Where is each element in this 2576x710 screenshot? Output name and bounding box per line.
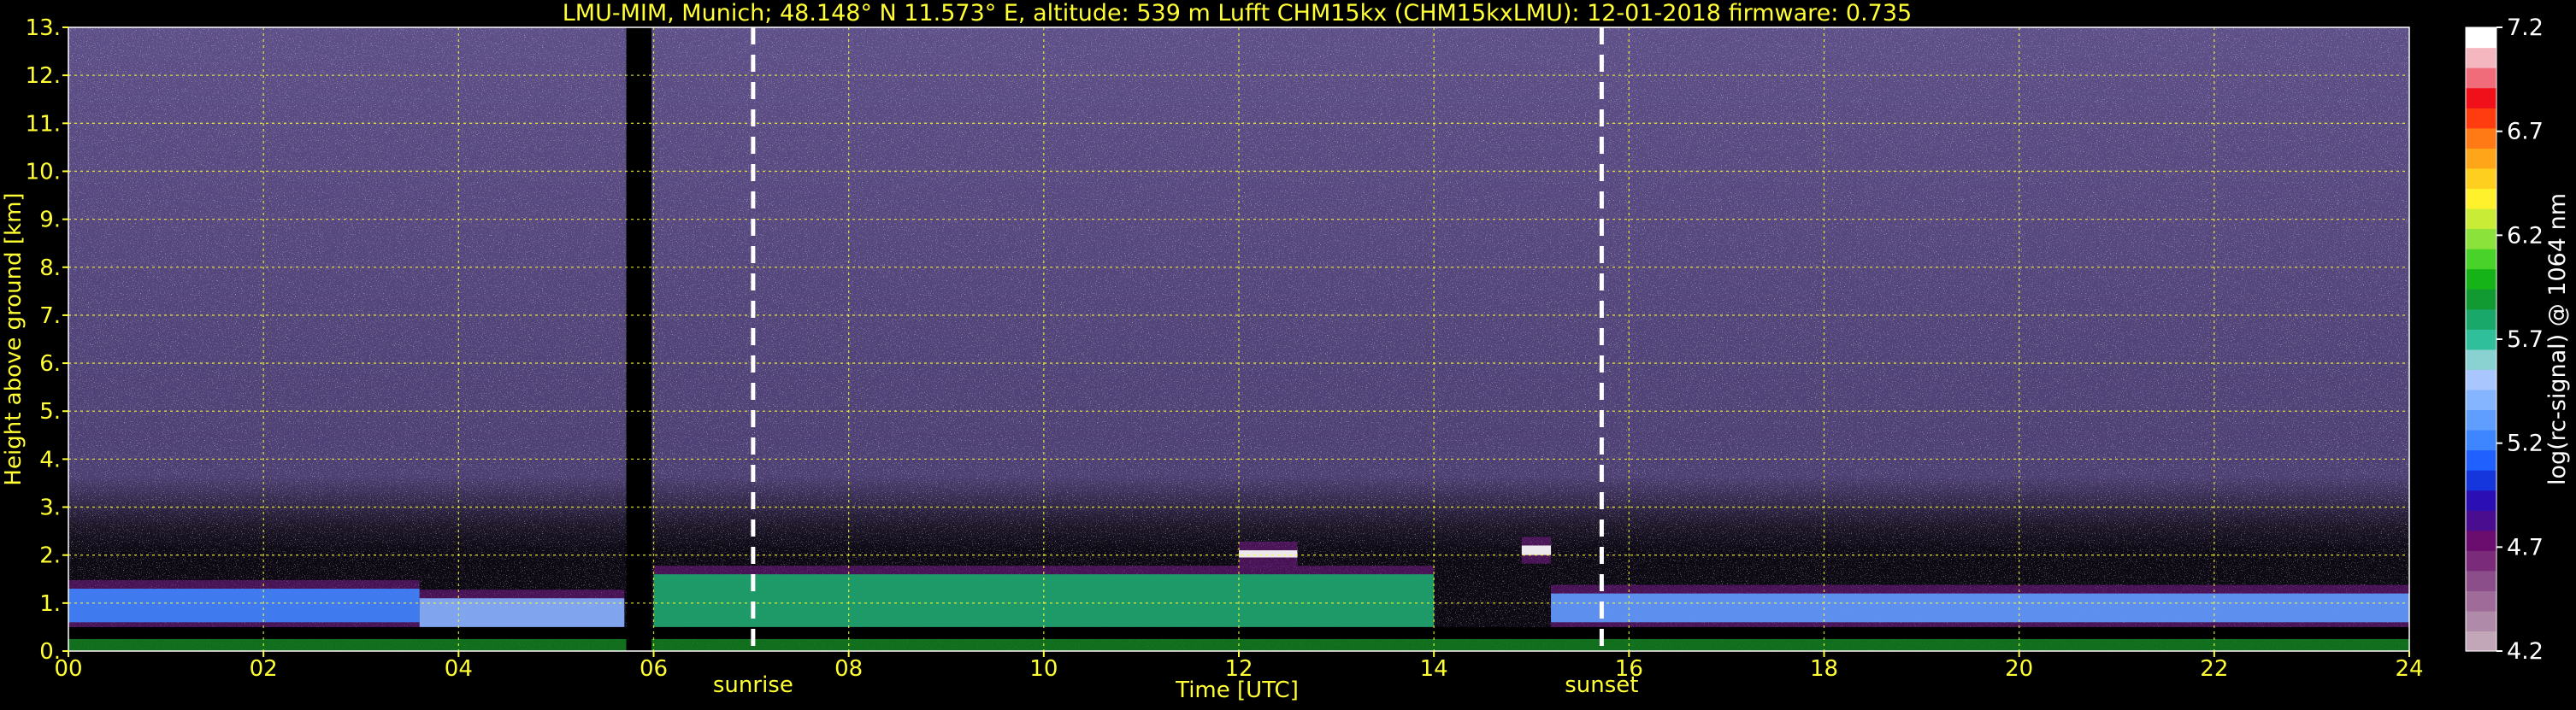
colorbar-segment: [2466, 148, 2496, 169]
colorbar-segment: [2466, 127, 2496, 149]
x-tick-label: 02: [250, 656, 278, 682]
y-tick-label: 3.: [39, 496, 61, 521]
y-tick-label: 0.: [39, 639, 61, 665]
x-tick-label: 04: [445, 656, 473, 682]
colorbar-segment: [2466, 27, 2496, 49]
colorbar-segment: [2466, 449, 2496, 471]
y-tick-label: 13.: [26, 15, 61, 41]
colorbar-segment: [2466, 610, 2496, 632]
y-axis-label: Height above ground [km]: [1, 192, 27, 485]
colorbar-segment: [2466, 47, 2496, 68]
colorbar-segment: [2466, 228, 2496, 249]
x-axis-label: Time [UTC]: [1175, 678, 1299, 703]
colorbar-segment: [2466, 208, 2496, 230]
colorbar-segment: [2466, 490, 2496, 511]
colorbar-segment: [2466, 550, 2496, 572]
ceilometer-plot: sunrise sunset 00 02 04 06 08 10 12 14 16 18 20 22 24…: [0, 0, 2576, 706]
colorbar-tick-label: 6.2: [2507, 222, 2544, 249]
y-tick-label: 7.: [39, 303, 61, 329]
colorbar-segment: [2466, 631, 2496, 652]
x-tick-label: 16: [1615, 656, 1643, 682]
x-tick-label: 24: [2395, 656, 2423, 682]
colorbar: 4.2 4.7 5.2 5.7 6.2 6.7 7.2: [2465, 15, 2544, 665]
colorbar-segment: [2466, 349, 2496, 370]
signal-layer: [653, 574, 1435, 627]
y-tick-label: 4.: [39, 447, 61, 472]
colorbar-segment: [2466, 268, 2496, 290]
colorbar-segment: [2466, 590, 2496, 612]
x-tick-label: 10: [1029, 656, 1058, 682]
colorbar-tick-label: 6.7: [2507, 119, 2544, 145]
colorbar-segment: [2466, 67, 2496, 89]
colorbar-segment: [2466, 87, 2496, 109]
signal-layer: [1521, 545, 1552, 555]
colorbar-segment: [2466, 530, 2496, 551]
colorbar-segment: [2466, 429, 2496, 451]
signal-layer: [1239, 550, 1298, 558]
signal-layer: [419, 598, 625, 627]
y-tick-label: 12.: [26, 63, 61, 89]
colorbar-segment: [2466, 329, 2496, 350]
data-gap: [626, 27, 652, 651]
colorbar-segment: [2466, 289, 2496, 310]
colorbar-tick-label: 5.7: [2507, 326, 2544, 353]
y-tick-label: 8.: [39, 255, 61, 281]
x-tick-label: 08: [834, 656, 863, 682]
ceilometer-chart: sunrise sunset 00 02 04 06 08 10 12 14 16 18 20 22 24…: [1, 0, 2571, 703]
signal-layer: [1551, 593, 2409, 623]
colorbar-segment: [2466, 108, 2496, 129]
chart-title: LMU-MIM, Munich; 48.148° N 11.573° E, al…: [563, 0, 1912, 26]
colorbar-tick-label: 7.2: [2507, 15, 2544, 41]
colorbar-segment: [2466, 389, 2496, 411]
colorbar-tick-label: 5.2: [2507, 431, 2544, 457]
y-tick-label: 9.: [39, 208, 61, 233]
x-tick-label: 06: [640, 656, 668, 682]
x-tick-label: 20: [2005, 656, 2033, 682]
colorbar-tick-label: 4.7: [2507, 534, 2544, 560]
colorbar-label: log(rc-signal) @ 1064 nm: [2544, 193, 2571, 485]
colorbar-segment: [2466, 249, 2496, 270]
y-tick-label: 10.: [26, 159, 61, 185]
y-tick-label: 6.: [39, 351, 61, 377]
colorbar-segment: [2466, 167, 2496, 189]
x-tick-label: 14: [1420, 656, 1448, 682]
x-tick-label: 22: [2200, 656, 2228, 682]
colorbar-segment: [2466, 510, 2496, 531]
colorbar-segment: [2466, 409, 2496, 431]
colorbar-segment: [2466, 369, 2496, 390]
y-tick-label: 11.: [26, 111, 61, 137]
x-tick-label: 18: [1810, 656, 1838, 682]
colorbar-segment: [2466, 570, 2496, 591]
annotation-label: sunrise: [713, 672, 793, 698]
signal-layer: [68, 589, 420, 623]
colorbar-segment: [2466, 308, 2496, 330]
y-tick-label: 5.: [39, 399, 61, 425]
colorbar-segment: [2466, 470, 2496, 491]
colorbar-segment: [2466, 188, 2496, 209]
y-tick-label: 2.: [39, 543, 61, 569]
y-tick-label: 1.: [39, 591, 61, 617]
colorbar-tick-label: 4.2: [2507, 638, 2544, 665]
